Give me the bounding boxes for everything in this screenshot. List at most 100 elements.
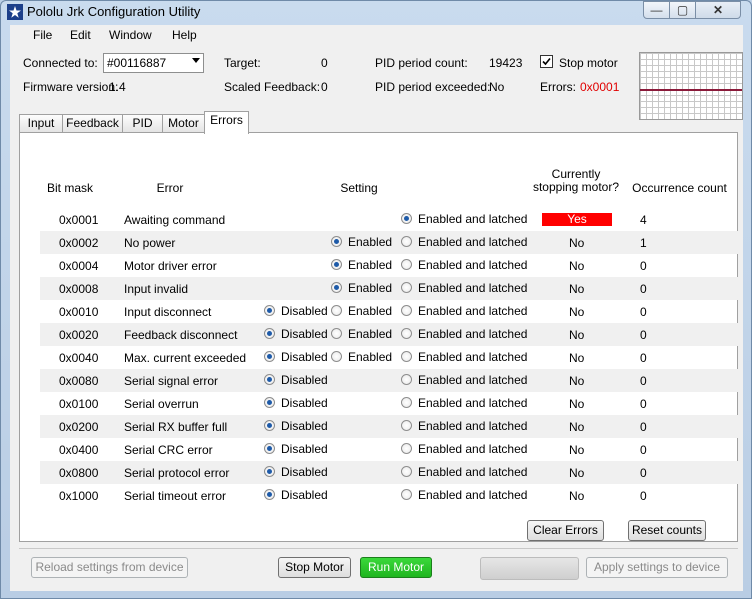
count-cell: 0: [640, 397, 647, 411]
bitmask-cell: 0x0004: [59, 259, 99, 273]
tab-motor[interactable]: Motor: [162, 114, 205, 132]
error-name-cell: Serial signal error: [124, 374, 219, 388]
radio-latched[interactable]: [401, 328, 412, 339]
radio-latched[interactable]: [401, 282, 412, 293]
reload-settings-button[interactable]: Reload settings from device: [31, 557, 188, 578]
radio-latched[interactable]: [401, 489, 412, 500]
radio-label-disabled[interactable]: Disabled: [281, 304, 328, 318]
run-motor-button[interactable]: Run Motor: [360, 557, 432, 578]
bitmask-cell: 0x0002: [59, 236, 99, 250]
radio-latched[interactable]: [401, 351, 412, 362]
error-name-cell: Serial CRC error: [124, 443, 213, 457]
menu-edit[interactable]: Edit: [70, 28, 91, 42]
radio-latched[interactable]: [401, 374, 412, 385]
radio-disabled[interactable]: [264, 466, 275, 477]
bitmask-cell: 0x0800: [59, 466, 99, 480]
menu-bar: File Edit Window Help: [10, 25, 743, 45]
radio-disabled[interactable]: [264, 443, 275, 454]
radio-label-disabled[interactable]: Disabled: [281, 327, 328, 341]
radio-latched[interactable]: [401, 420, 412, 431]
radio-label-latched[interactable]: Enabled and latched: [418, 235, 527, 249]
firmware-label: Firmware version:: [23, 80, 119, 94]
tab-feedback[interactable]: Feedback: [62, 114, 123, 132]
header-error: Error: [156, 181, 184, 195]
radio-label-latched[interactable]: Enabled and latched: [418, 258, 527, 272]
radio-enabled[interactable]: [331, 328, 342, 339]
title-bar: Pololu Jrk Configuration Utility — ▢ ✕: [1, 1, 751, 23]
radio-enabled[interactable]: [331, 236, 342, 247]
radio-latched[interactable]: [401, 443, 412, 454]
header-count: Occurrence count: [632, 181, 727, 195]
radio-latched[interactable]: [401, 305, 412, 316]
radio-label-enabled[interactable]: Enabled: [348, 235, 392, 249]
radio-label-disabled[interactable]: Disabled: [281, 373, 328, 387]
table-row: 0x0400 Serial CRC error Disabled Enabled an…: [40, 438, 740, 461]
stop-motor-button[interactable]: Stop Motor: [278, 557, 351, 578]
radio-label-enabled[interactable]: Enabled: [348, 304, 392, 318]
radio-label-enabled[interactable]: Enabled: [348, 281, 392, 295]
menu-window[interactable]: Window: [109, 28, 152, 42]
radio-label-latched[interactable]: Enabled and latched: [418, 281, 527, 295]
clear-errors-button[interactable]: Clear Errors: [527, 520, 604, 541]
radio-label-disabled[interactable]: Disabled: [281, 488, 328, 502]
stop-motor-label[interactable]: Stop motor: [559, 56, 618, 70]
radio-label-latched[interactable]: Enabled and latched: [418, 304, 527, 318]
count-cell: 0: [640, 443, 647, 457]
radio-enabled[interactable]: [331, 351, 342, 362]
radio-label-latched[interactable]: Enabled and latched: [418, 350, 527, 364]
count-cell: 0: [640, 466, 647, 480]
minimize-button[interactable]: —: [643, 1, 670, 19]
divider: [19, 548, 738, 549]
radio-label-latched[interactable]: Enabled and latched: [418, 212, 527, 226]
pid-exceeded-label: PID period exceeded:: [375, 80, 491, 94]
radio-label-disabled[interactable]: Disabled: [281, 442, 328, 456]
radio-enabled[interactable]: [331, 282, 342, 293]
radio-label-disabled[interactable]: Disabled: [281, 350, 328, 364]
menu-file[interactable]: File: [33, 28, 52, 42]
radio-label-latched[interactable]: Enabled and latched: [418, 465, 527, 479]
error-name-cell: Serial timeout error: [124, 489, 227, 503]
radio-latched[interactable]: [401, 397, 412, 408]
radio-latched[interactable]: [401, 236, 412, 247]
radio-disabled[interactable]: [264, 420, 275, 431]
radio-enabled[interactable]: [331, 305, 342, 316]
radio-label-enabled[interactable]: Enabled: [348, 258, 392, 272]
radio-label-enabled[interactable]: Enabled: [348, 327, 392, 341]
radio-disabled[interactable]: [264, 397, 275, 408]
errors-label: Errors:: [540, 80, 576, 94]
radio-disabled[interactable]: [264, 351, 275, 362]
stop-motor-checkbox[interactable]: [540, 55, 553, 68]
connected-label: Connected to:: [23, 56, 98, 70]
radio-label-disabled[interactable]: Disabled: [281, 465, 328, 479]
maximize-button[interactable]: ▢: [669, 1, 696, 19]
radio-disabled[interactable]: [264, 489, 275, 500]
count-cell: 4: [640, 213, 647, 227]
close-button[interactable]: ✕: [695, 1, 741, 19]
radio-disabled[interactable]: [264, 374, 275, 385]
radio-label-latched[interactable]: Enabled and latched: [418, 442, 527, 456]
radio-latched[interactable]: [401, 466, 412, 477]
radio-enabled[interactable]: [331, 259, 342, 270]
radio-latched[interactable]: [401, 259, 412, 270]
radio-label-disabled[interactable]: Disabled: [281, 396, 328, 410]
radio-label-latched[interactable]: Enabled and latched: [418, 488, 527, 502]
radio-label-latched[interactable]: Enabled and latched: [418, 396, 527, 410]
radio-label-latched[interactable]: Enabled and latched: [418, 419, 527, 433]
tab-input[interactable]: Input: [19, 114, 63, 132]
reset-counts-button[interactable]: Reset counts: [628, 520, 706, 541]
radio-label-disabled[interactable]: Disabled: [281, 419, 328, 433]
apply-settings-button[interactable]: Apply settings to device: [586, 557, 728, 578]
radio-label-latched[interactable]: Enabled and latched: [418, 373, 527, 387]
radio-latched[interactable]: [401, 213, 412, 224]
radio-label-latched[interactable]: Enabled and latched: [418, 327, 527, 341]
target-value: 0: [321, 56, 328, 70]
device-select[interactable]: #00116887: [103, 53, 204, 73]
table-row: 0x0020 Feedback disconnect Disabled Enabled…: [40, 323, 740, 346]
radio-disabled[interactable]: [264, 328, 275, 339]
tab-pid[interactable]: PID: [122, 114, 163, 132]
radio-disabled[interactable]: [264, 305, 275, 316]
radio-label-enabled[interactable]: Enabled: [348, 350, 392, 364]
tab-errors[interactable]: Errors: [204, 111, 249, 134]
menu-help[interactable]: Help: [172, 28, 197, 42]
count-cell: 0: [640, 305, 647, 319]
